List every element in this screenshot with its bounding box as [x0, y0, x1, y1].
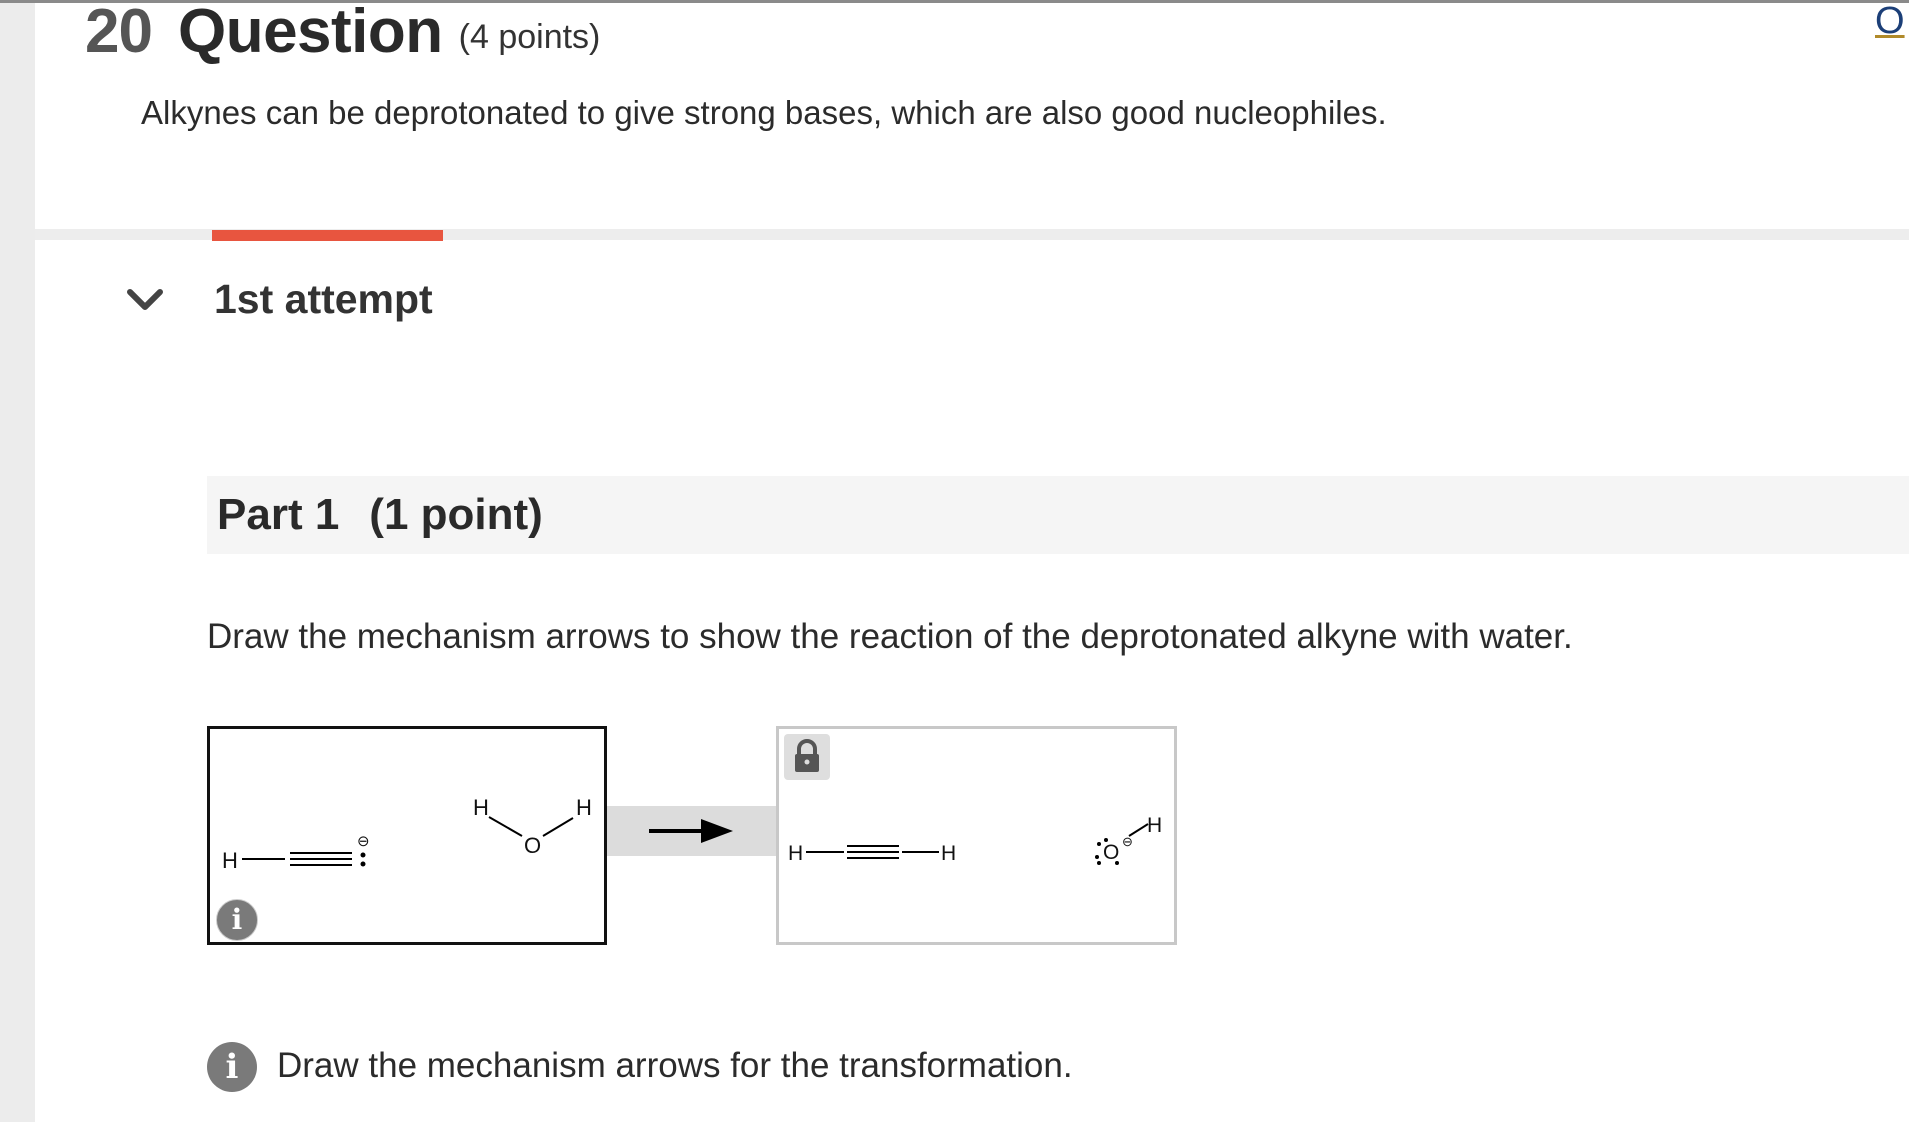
reactant-drawing-canvas[interactable]: H ⊖ H O H i: [207, 726, 607, 945]
part-header: Part 1 (1 point): [207, 476, 1909, 554]
atom-h-hydroxide: H: [1147, 814, 1162, 837]
atom-h-left: H: [788, 842, 803, 865]
question-header: 20 Question (4 points): [85, 0, 600, 67]
question-number: 20: [85, 0, 153, 66]
attempt-progress-indicator: [212, 230, 443, 241]
attempt-label[interactable]: 1st attempt: [214, 276, 433, 323]
negative-charge-icon: ⊖: [357, 833, 370, 850]
info-icon: i: [207, 1042, 257, 1092]
bond-o-h: [1128, 823, 1149, 837]
question-intro: Alkynes can be deprotonated to give stro…: [141, 94, 1387, 131]
question-title: Question: [177, 0, 443, 66]
info-icon[interactable]: i: [216, 899, 258, 941]
atom-h-right: H: [941, 842, 956, 865]
lone-pair-dot: [1095, 855, 1099, 859]
lone-pair-dot: [1097, 861, 1101, 865]
acetylene-product: H H: [788, 842, 956, 865]
lone-pair-dot: [1115, 861, 1119, 865]
lock-icon: [784, 734, 830, 780]
lone-pair-dot: [360, 852, 366, 858]
left-rail: [0, 0, 35, 1122]
atom-h-water-left: H: [473, 795, 489, 820]
lone-pair-dot: [1104, 838, 1108, 842]
footer-hint-text: Draw the mechanism arrows for the transf…: [277, 1046, 1073, 1085]
part-prompt: Draw the mechanism arrows to show the re…: [207, 617, 1573, 656]
part-points: (1 point): [369, 490, 543, 539]
atom-o-water: O: [524, 833, 541, 858]
bond-o-h-right: [542, 817, 574, 837]
lone-pair-dot: [360, 861, 366, 867]
product-structures: H H O ⊖ H: [788, 814, 1162, 865]
bond-h-o-left: [488, 816, 523, 837]
product-panel-locked: H H O ⊖ H: [776, 726, 1177, 945]
atom-h-water-right: H: [576, 795, 592, 820]
question-points: (4 points): [458, 18, 601, 56]
hydroxide-product: O ⊖ H: [1095, 814, 1162, 865]
atom-h-alkyne: H: [222, 848, 238, 873]
top-right-link[interactable]: O: [1875, 0, 1909, 43]
negative-charge-icon: ⊖: [1122, 834, 1133, 849]
water-molecule[interactable]: H O H: [473, 795, 592, 858]
acetylide-anion[interactable]: H ⊖: [222, 833, 370, 873]
atom-o-hydroxide: O: [1103, 841, 1119, 864]
part-label: Part 1: [217, 490, 340, 539]
lone-pair-dot: [1097, 842, 1101, 846]
chevron-down-icon[interactable]: [126, 288, 164, 312]
reactant-structures: H ⊖ H O H: [222, 795, 592, 873]
reaction-arrow-icon: [649, 819, 733, 843]
